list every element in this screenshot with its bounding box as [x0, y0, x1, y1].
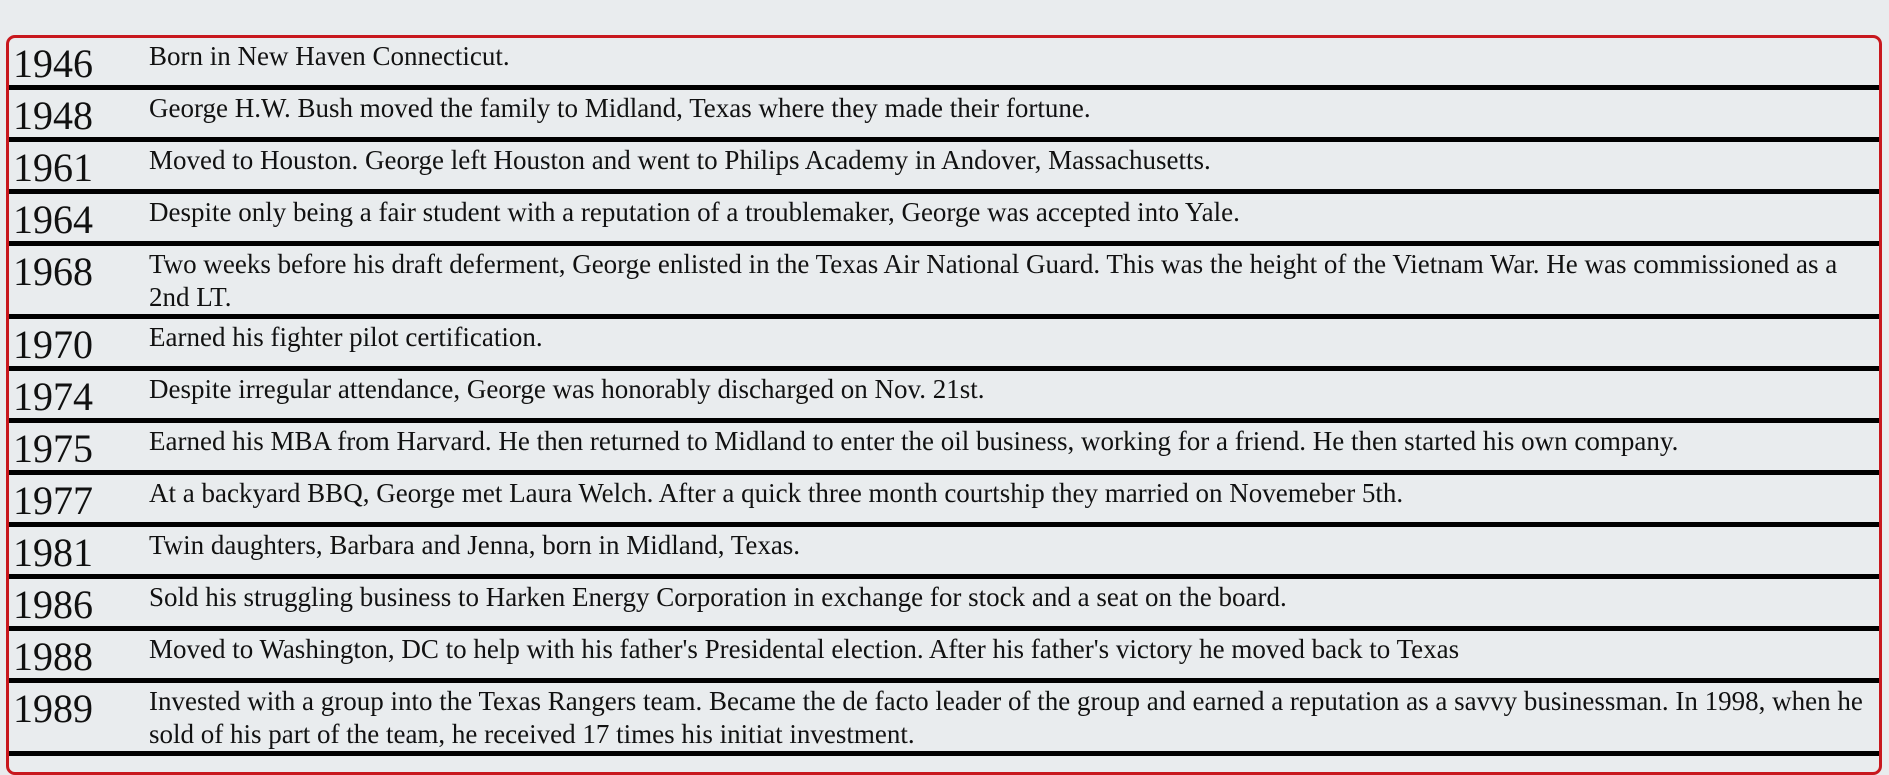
timeline-event-text: Moved to Washington, DC to help with his… [149, 634, 1460, 664]
timeline-year: 1974 [13, 374, 93, 419]
timeline-row: 1970 Earned his fighter pilot certificati… [9, 319, 1879, 371]
timeline-event-text: Earned his MBA from Harvard. He then ret… [149, 426, 1679, 456]
timeline-event-text: Invested with a group into the Texas Ran… [149, 686, 1863, 749]
timeline-row: 1986 Sold his struggling business to Hark… [9, 579, 1879, 631]
timeline-event-text: Moved to Houston. George left Houston an… [149, 145, 1211, 175]
timeline-table: 1946 Born in New Haven Connecticut. 1948 Ge… [6, 35, 1882, 775]
timeline-year: 1977 [13, 478, 93, 523]
timeline-year: 1964 [13, 197, 93, 242]
timeline-row: 1981 Twin daughters, Barbara and Jenna, b… [9, 527, 1879, 579]
timeline-row: 1975 Earned his MBA from Harvard. He then… [9, 423, 1879, 475]
timeline-event-text: Despite only being a fair student with a… [149, 197, 1240, 227]
timeline-event-text: Two weeks before his draft deferment, Ge… [149, 249, 1838, 312]
timeline-year: 1981 [13, 530, 93, 575]
timeline-row: 1968 Two weeks before his draft deferment… [9, 246, 1879, 319]
timeline-year: 1946 [13, 41, 93, 86]
timeline-row: 1989 Invested with a group into the Texas… [9, 683, 1879, 756]
timeline-event-text: Despite irregular attendance, George was… [149, 374, 985, 404]
timeline-year: 1968 [13, 249, 93, 294]
timeline-event-text: Born in New Haven Connecticut. [149, 41, 510, 71]
timeline-row: 1948 George H.W. Bush moved the family to… [9, 90, 1879, 142]
timeline-row: 1988 Moved to Washington, DC to help with… [9, 631, 1879, 683]
timeline-row: 1964 Despite only being a fair student wi… [9, 194, 1879, 246]
timeline-row: 1977 At a backyard BBQ, George met Laura … [9, 475, 1879, 527]
timeline-year: 1948 [13, 93, 93, 138]
timeline-year: 1970 [13, 322, 93, 367]
timeline-event-text: George H.W. Bush moved the family to Mid… [149, 93, 1091, 123]
timeline-event-text: At a backyard BBQ, George met Laura Welc… [149, 478, 1404, 508]
timeline-row: 1961 Moved to Houston. George left Housto… [9, 142, 1879, 194]
timeline-year: 1989 [13, 686, 93, 731]
timeline-row: 1946 Born in New Haven Connecticut. [9, 38, 1879, 90]
timeline-event-text: Sold his struggling business to Harken E… [149, 582, 1287, 612]
timeline-event-text: Twin daughters, Barbara and Jenna, born … [149, 530, 801, 560]
timeline-year: 1961 [13, 145, 93, 190]
timeline-row: 1974 Despite irregular attendance, George… [9, 371, 1879, 423]
timeline-year: 1988 [13, 634, 93, 679]
timeline-year: 1986 [13, 582, 93, 627]
timeline-event-text: Earned his fighter pilot certification. [149, 322, 543, 352]
timeline-year: 1975 [13, 426, 93, 471]
